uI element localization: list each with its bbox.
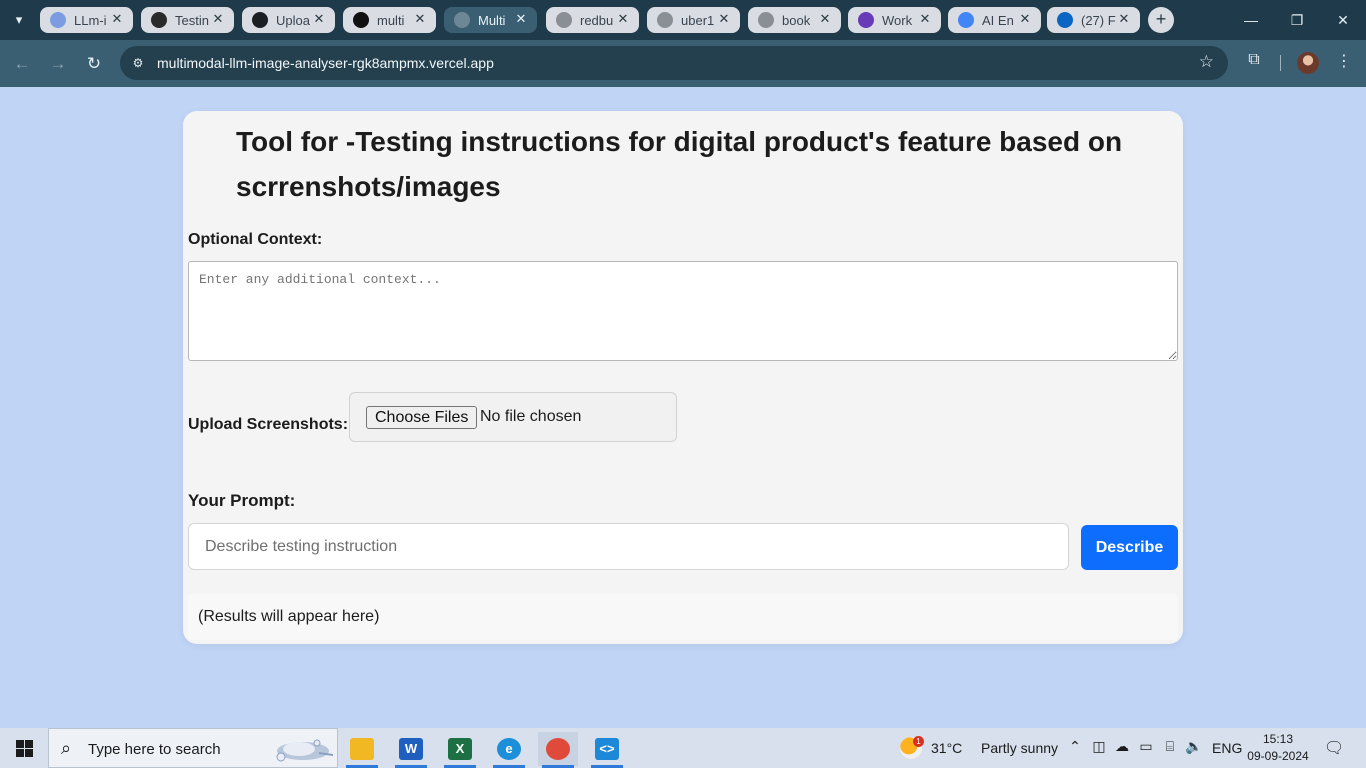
browser-tab[interactable]: redbu ✕ [546,7,639,33]
weather-alert-badge: 1 [913,736,924,747]
tab-close-icon[interactable]: ✕ [917,11,933,27]
volume-icon[interactable]: 🔈 [1185,738,1203,758]
optional-context-input[interactable] [188,261,1178,361]
taskbar-app-chrome[interactable] [538,732,578,768]
file-explorer-icon [350,738,374,760]
linkedin-icon [1057,12,1073,28]
bookmark-star-icon[interactable]: ☆ [1199,52,1214,72]
globe-icon [454,12,470,28]
browser-tab[interactable]: Multi ✕ [444,7,537,33]
browser-tab[interactable]: AI En ✕ [948,7,1041,33]
browser-tab[interactable]: multi ✕ [343,7,436,33]
taskbar-app-edge[interactable]: e [489,732,529,768]
globe-icon [556,12,572,28]
tab-close-icon[interactable]: ✕ [817,11,833,27]
vercel-icon [353,12,369,28]
optional-context-label: Optional Context: [188,231,323,248]
browser-menu-icon[interactable]: ⋮ [1334,51,1354,73]
tab-close-icon[interactable]: ✕ [716,11,732,27]
show-hidden-icons-chevron-icon[interactable]: ⌃ [1066,738,1084,758]
tab-strip: ▾ LLm-i ✕ Testin ✕ Uploa ✕ multi ✕ Multi ✕ redbu ✕ u… [0,0,1366,40]
forward-arrow-icon[interactable]: → [44,50,72,78]
notification-center-icon[interactable]: 🗨 [1324,738,1344,758]
taskbar-search-box[interactable]: ⌕ Type here to search [48,728,338,768]
upload-screenshots-label: Upload Screenshots: [188,416,349,433]
minimize-button[interactable]: — [1228,0,1274,40]
tab-search-chevron-icon[interactable]: ▾ [8,9,30,31]
site-info-icon[interactable]: ⚙ [128,53,148,73]
input-language[interactable]: ENG [1212,728,1242,768]
docs-icon [958,12,974,28]
tab-close-icon[interactable]: ✕ [109,11,125,27]
battery-icon[interactable]: ▭ [1137,738,1155,758]
chrome-icon [546,738,570,760]
browser-toolbar: ← → ↻ ⚙ multimodal-llm-image-analyser-rg… [0,40,1366,87]
tab-close-icon[interactable]: ✕ [311,11,327,27]
taskbar-app-word[interactable]: W [391,732,431,768]
tab-close-icon[interactable]: ✕ [1017,11,1033,27]
close-window-button[interactable]: ✕ [1320,0,1366,40]
toolbar-divider [1280,55,1281,71]
weather-temperature[interactable]: 31°C [931,728,962,768]
globe-icon [657,12,673,28]
browser-tab[interactable]: Testin ✕ [141,7,234,33]
browser-tab[interactable]: uber1 ✕ [647,7,740,33]
new-tab-button[interactable]: + [1148,7,1174,33]
tab-close-icon[interactable]: ✕ [615,11,631,27]
extensions-puzzle-icon[interactable]: ⧉ [1243,51,1265,73]
colorful-bars-icon [50,12,66,28]
restore-button[interactable]: ❐ [1274,0,1320,40]
tab-close-icon[interactable]: ✕ [210,11,226,27]
browser-tab[interactable]: Work ✕ [848,7,941,33]
taskbar-clock[interactable]: 15:13 09-09-2024 [1240,731,1316,765]
taskbar-app-file-explorer[interactable] [342,732,382,768]
browser-tab[interactable]: LLm-i ✕ [40,7,133,33]
browser-tab[interactable]: book ✕ [748,7,841,33]
reload-icon[interactable]: ↻ [80,50,108,78]
excel-icon: X [448,738,472,760]
onedrive-cloud-icon[interactable]: ☁ [1113,738,1131,758]
address-bar[interactable]: ⚙ multimodal-llm-image-analyser-rgk8ampm… [120,46,1228,80]
globe-icon [758,12,774,28]
windows-start-icon[interactable] [16,740,33,757]
forms-icon [858,12,874,28]
network-icon[interactable]: ⌸ [1161,738,1179,758]
search-highlight-illustration-icon [276,739,334,762]
results-area: (Results will appear here) [188,594,1178,640]
url-text[interactable]: multimodal-llm-image-analyser-rgk8ampmx.… [157,55,494,71]
tab-close-icon[interactable]: ✕ [513,11,529,27]
edge-icon: e [497,738,521,760]
describe-button[interactable]: Describe [1081,525,1178,570]
your-prompt-label: Your Prompt: [188,491,296,510]
openai-icon [151,12,167,28]
github-icon [252,12,268,28]
clock-time: 15:13 [1262,732,1294,746]
tool-card: Tool for -Testing instructions for digit… [183,111,1183,644]
clock-date: 09-09-2024 [1247,749,1309,763]
browser-tab[interactable]: Uploa ✕ [242,7,335,33]
choose-files-button[interactable]: Choose Files [366,406,478,429]
taskbar-app-vscode[interactable]: <> [587,732,627,768]
weather-condition[interactable]: Partly sunny [981,728,1058,768]
search-icon: ⌕ [61,738,72,758]
taskbar-app-excel[interactable]: X [440,732,480,768]
taskbar-search-placeholder[interactable]: Type here to search [88,741,221,758]
back-arrow-icon[interactable]: ← [8,50,36,78]
no-file-chosen-text: No file chosen [480,408,582,425]
page-title: Tool for -Testing instructions for digit… [236,126,1123,202]
meet-now-icon[interactable]: ◫ [1090,738,1108,758]
vscode-icon: <> [595,738,619,760]
tab-close-icon[interactable]: ✕ [412,11,428,27]
file-upload-box[interactable]: Choose Files No file chosen [349,392,677,442]
browser-tab[interactable]: (27) F ✕ [1047,7,1140,33]
windows-taskbar: ⌕ Type here to search W Xe <> 1 31°C Partl… [0,728,1366,768]
prompt-input[interactable] [188,523,1069,570]
profile-avatar[interactable] [1297,52,1319,74]
word-icon: W [399,738,423,760]
tab-close-icon[interactable]: ✕ [1116,11,1132,27]
